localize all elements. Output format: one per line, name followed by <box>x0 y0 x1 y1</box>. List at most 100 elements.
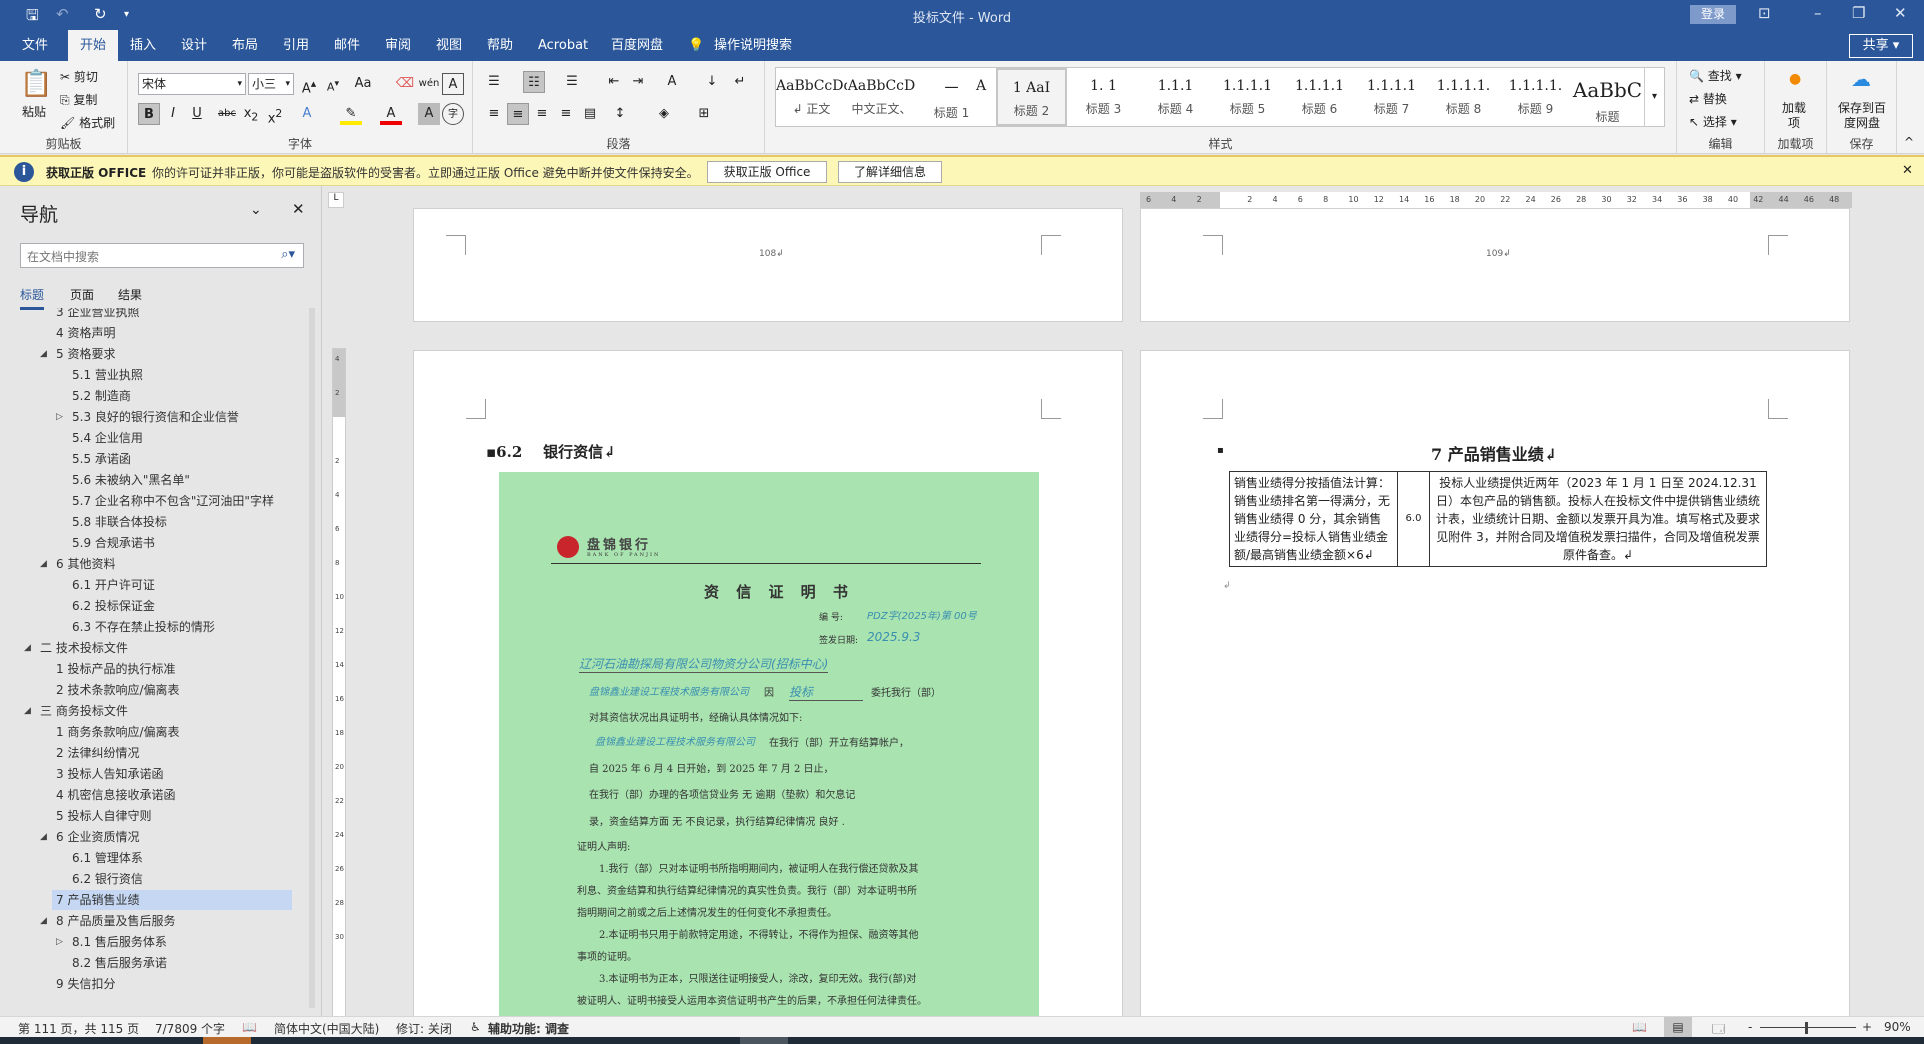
nav-item[interactable]: 三 商务投标文件 <box>40 701 128 721</box>
style-3[interactable]: A <box>966 68 996 126</box>
nav-item[interactable]: 5.5 承诺函 <box>72 449 131 469</box>
get-genuine-button[interactable]: 获取正版 Office <box>707 161 827 183</box>
style-12[interactable]: AaBbC 标题 <box>1572 68 1643 126</box>
share-button[interactable]: 共享 ▾ <box>1849 34 1913 58</box>
bold-icon[interactable]: B <box>138 103 160 125</box>
nav-item[interactable]: 二 技术投标文件 <box>40 638 128 658</box>
find-button[interactable]: 🔍 查找 ▾ <box>1689 67 1742 84</box>
shading-icon[interactable]: ◈ <box>653 103 675 125</box>
expand-icon[interactable]: ▷ <box>56 937 63 947</box>
underline-icon[interactable]: U <box>186 103 208 125</box>
nav-item[interactable]: 6.2 银行资信 <box>72 869 143 889</box>
style-4[interactable]: 1 AaI 标题 2 <box>996 68 1067 126</box>
select-button[interactable]: ↖ 选择 ▾ <box>1689 113 1737 130</box>
track-changes[interactable]: 修订: 关闭 <box>396 1020 452 1037</box>
style-0[interactable]: AaBbCcDdI ↲ 正文 <box>776 68 847 126</box>
bullets-icon[interactable]: ☰ <box>483 71 505 93</box>
collapse-icon[interactable]: ◢ <box>40 916 47 926</box>
align-right-icon[interactable]: ≡ <box>531 103 553 125</box>
nav-item[interactable]: 5.8 非联合体投标 <box>72 512 167 532</box>
shrink-font-icon[interactable]: A▾ <box>322 73 344 95</box>
tab-acrobat[interactable]: Acrobat <box>530 30 596 61</box>
tab-references[interactable]: 引用 <box>275 30 317 61</box>
tab-stop-selector[interactable]: L <box>328 192 344 208</box>
show-marks-icon[interactable]: ↵ <box>729 71 751 93</box>
nav-scrollbar[interactable] <box>309 308 315 1008</box>
nav-options-icon[interactable]: ⌄ <box>250 202 262 218</box>
subscript-icon[interactable]: x2 <box>240 103 262 125</box>
style-1[interactable]: AaBbCcD 中文正文、 <box>846 68 917 126</box>
grow-font-icon[interactable]: A▴ <box>298 73 320 96</box>
expand-icon[interactable]: ▷ <box>56 412 63 422</box>
nav-tab-results[interactable]: 结果 <box>118 286 142 303</box>
justify-icon[interactable]: ≡ <box>555 103 577 125</box>
char-border-icon[interactable]: A <box>442 73 464 95</box>
collapse-icon[interactable]: ◢ <box>40 349 47 359</box>
zoom-slider[interactable] <box>1760 1022 1856 1034</box>
char-shading-icon[interactable]: A <box>418 103 440 125</box>
collapse-icon[interactable]: ◢ <box>24 643 31 653</box>
nav-item[interactable]: 7 产品销售业绩 <box>52 890 292 910</box>
font-size-select[interactable]: 小三 ▾ <box>248 73 294 95</box>
tab-home[interactable]: 开始 <box>68 30 119 61</box>
nav-item[interactable]: 5 资格要求 <box>56 344 115 364</box>
accessibility-status[interactable]: 辅助功能: 调查 <box>488 1020 569 1037</box>
borders-icon[interactable]: ⊞ <box>693 103 715 125</box>
nav-item[interactable]: 1 商务条款响应/偏离表 <box>56 722 180 742</box>
increase-indent-icon[interactable]: ⇥ <box>627 71 649 93</box>
collapse-icon[interactable]: ◢ <box>24 706 31 716</box>
paste-icon[interactable]: 📋 <box>20 69 52 99</box>
nav-item[interactable]: 2 法律纠纷情况 <box>56 743 139 763</box>
nav-item[interactable]: 5.4 企业信用 <box>72 428 143 448</box>
nav-item[interactable]: 3 投标人告知承诺函 <box>56 764 163 784</box>
minimize-icon[interactable]: – <box>1814 4 1822 22</box>
nav-search-input[interactable]: 在文档中搜索 ⌕▾ <box>20 243 304 268</box>
nav-item[interactable]: 3 企业营业执照 <box>56 308 139 322</box>
nav-item[interactable]: 5.1 营业执照 <box>72 365 143 385</box>
multilevel-list-icon[interactable]: ☰ <box>561 71 583 93</box>
language[interactable]: 简体中文(中国大陆) <box>274 1020 379 1037</box>
nav-item[interactable]: 8.1 售后服务体系 <box>72 932 167 952</box>
nav-item[interactable]: 6.1 管理体系 <box>72 848 143 868</box>
nav-item[interactable]: 6.2 投标保证金 <box>72 596 155 616</box>
sort-icon[interactable]: ↓ <box>701 71 723 93</box>
collapse-icon[interactable]: ◢ <box>40 559 47 569</box>
nav-close-icon[interactable]: ✕ <box>292 200 305 218</box>
tab-view[interactable]: 视图 <box>428 30 470 61</box>
numbering-icon[interactable]: ☷ <box>523 71 545 93</box>
clear-format-icon[interactable]: ⌫ <box>394 73 416 95</box>
search-icon[interactable]: ⌕▾ <box>281 247 295 262</box>
font-color-icon[interactable]: A <box>380 103 402 125</box>
superscript-icon[interactable]: x2 <box>264 103 286 126</box>
nav-item[interactable]: 5.6 未被纳入"黑名单" <box>72 470 190 490</box>
phonetic-guide-icon[interactable]: wén <box>418 73 440 95</box>
italic-icon[interactable]: I <box>162 103 184 125</box>
font-name-select[interactable]: 宋体 ▾ <box>138 73 246 95</box>
cut-button[interactable]: ✂ 剪切 <box>60 68 98 85</box>
tab-mailings[interactable]: 邮件 <box>326 30 368 61</box>
baidu-cloud-icon[interactable]: ☁ <box>1851 67 1871 91</box>
learn-more-button[interactable]: 了解详细信息 <box>838 161 942 183</box>
align-left-icon[interactable]: ≡ <box>483 103 505 125</box>
save-to-baidu-button[interactable]: 保存到百度网盘 <box>1833 101 1891 131</box>
page-count[interactable]: 第 111 页，共 115 页 <box>18 1020 139 1037</box>
addins-icon[interactable]: ● <box>1789 71 1801 87</box>
tab-insert[interactable]: 插入 <box>122 30 164 61</box>
nav-tab-pages[interactable]: 页面 <box>70 286 94 303</box>
nav-item[interactable]: 6 企业资质情况 <box>56 827 139 847</box>
styles-more-icon[interactable]: ▾ <box>1644 68 1664 126</box>
highlight-icon[interactable]: ✎ <box>340 103 362 125</box>
nav-item[interactable]: 6.1 开户许可证 <box>72 575 155 595</box>
tab-review[interactable]: 审阅 <box>377 30 419 61</box>
nav-item[interactable]: 5.2 制造商 <box>72 386 131 406</box>
nav-item[interactable]: 8 产品质量及售后服务 <box>56 911 175 931</box>
tab-baidu[interactable]: 百度网盘 <box>603 30 671 61</box>
nav-item[interactable]: 8.2 售后服务承诺 <box>72 953 167 973</box>
tab-file[interactable]: 文件 <box>14 30 56 61</box>
nav-item[interactable]: 5.9 合规承诺书 <box>72 533 155 553</box>
close-bar-icon[interactable]: ✕ <box>1902 163 1913 178</box>
strikethrough-icon[interactable]: abc <box>216 103 238 125</box>
addins-button[interactable]: 加载项 <box>1779 101 1809 131</box>
nav-item[interactable]: 4 机密信息接收承诺函 <box>56 785 175 805</box>
collapse-icon[interactable]: ◢ <box>40 832 47 842</box>
